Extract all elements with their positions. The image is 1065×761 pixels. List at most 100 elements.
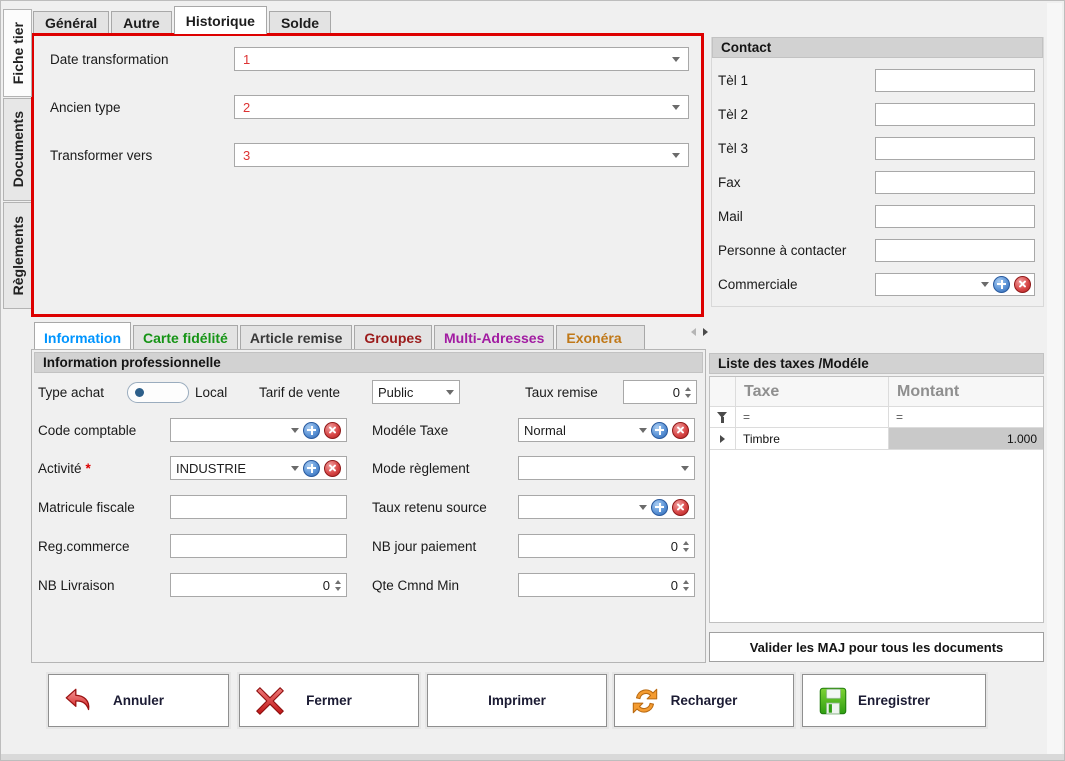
nb-livraison-value: 0	[323, 578, 330, 593]
chevron-down-icon[interactable]	[981, 282, 989, 287]
clear-icon[interactable]	[324, 422, 341, 439]
contact-panel-header: Contact	[712, 37, 1043, 58]
clear-icon[interactable]	[672, 422, 689, 439]
date-transformation-combobox[interactable]: 1	[234, 47, 689, 71]
chevron-down-icon[interactable]	[291, 466, 299, 471]
commerciale-combobox[interactable]	[875, 273, 1035, 296]
montant-cell[interactable]: 1.000	[889, 428, 1043, 450]
recharger-button[interactable]: Recharger	[614, 674, 794, 727]
tab-exonera[interactable]: Exonéra	[556, 325, 644, 349]
date-transformation-value: 1	[243, 52, 250, 67]
scroll-tabs-left-icon[interactable]	[691, 328, 696, 336]
taux-retenu-source-combobox[interactable]	[518, 495, 695, 519]
qte-cmnd-min-stepper[interactable]: 0	[518, 573, 695, 597]
spinner-down-icon[interactable]	[683, 587, 689, 591]
tel1-input[interactable]	[875, 69, 1035, 92]
side-tab-label: Règlements	[10, 216, 26, 295]
info-panel-header: Information professionnelle	[34, 352, 703, 373]
type-achat-label: Type achat	[38, 380, 104, 404]
tarif-de-vente-combobox[interactable]: Public	[372, 380, 460, 404]
top-tab-bar: Général Autre Historique Solde	[33, 6, 331, 34]
spinner-up-icon[interactable]	[683, 541, 689, 545]
transformer-vers-combobox[interactable]: 3	[234, 143, 689, 167]
fermer-button[interactable]: Fermer	[239, 674, 419, 727]
matricule-fiscale-input[interactable]	[170, 495, 347, 519]
nb-livraison-label: NB Livraison	[38, 573, 115, 597]
add-icon[interactable]	[303, 422, 320, 439]
taux-remise-value: 0	[673, 385, 680, 400]
nb-jour-paiement-stepper[interactable]: 0	[518, 534, 695, 558]
form-row: Commerciale	[718, 272, 1035, 296]
chevron-down-icon[interactable]	[446, 390, 454, 395]
spinner-down-icon[interactable]	[683, 548, 689, 552]
clear-icon[interactable]	[324, 460, 341, 477]
reg-commerce-input[interactable]	[170, 534, 347, 558]
valider-maj-button[interactable]: Valider les MAJ pour tous les documents	[709, 632, 1044, 662]
add-icon[interactable]	[651, 422, 668, 439]
tel3-input[interactable]	[875, 137, 1035, 160]
spinner-up-icon[interactable]	[683, 580, 689, 584]
type-achat-option-label: Local	[195, 380, 227, 404]
chevron-down-icon[interactable]	[639, 428, 647, 433]
annuler-button[interactable]: Annuler	[48, 674, 229, 727]
montant-filter-cell[interactable]: =	[889, 407, 1043, 428]
tab-solde[interactable]: Solde	[269, 11, 331, 34]
tab-article-remise[interactable]: Article remise	[240, 325, 353, 349]
table-row[interactable]: Timbre 1.000	[710, 428, 1043, 450]
chevron-down-icon[interactable]	[672, 57, 680, 62]
spinner-down-icon[interactable]	[335, 587, 341, 591]
activite-label: Activité *	[38, 456, 91, 480]
mode-reglement-combobox[interactable]	[518, 456, 695, 480]
form-row: Fax	[718, 170, 1035, 194]
spinner-down-icon[interactable]	[685, 394, 691, 398]
enregistrer-button[interactable]: Enregistrer	[802, 674, 986, 727]
side-tab-reglements[interactable]: Règlements	[3, 202, 32, 309]
tab-carte-fidelite[interactable]: Carte fidélité	[133, 325, 238, 349]
tab-information[interactable]: Information	[34, 322, 131, 349]
tab-historique[interactable]: Historique	[174, 6, 267, 34]
spinner-up-icon[interactable]	[335, 580, 341, 584]
add-icon[interactable]	[651, 499, 668, 516]
table-corner-cell	[710, 377, 736, 407]
personne-a-contacter-label: Personne à contacter	[718, 243, 875, 258]
spinner-up-icon[interactable]	[685, 387, 691, 391]
scroll-tabs-right-icon[interactable]	[703, 328, 708, 336]
taxe-cell[interactable]: Timbre	[736, 428, 889, 450]
row-selector-cell[interactable]	[710, 428, 736, 450]
taux-remise-stepper[interactable]: 0	[623, 380, 697, 404]
chevron-down-icon[interactable]	[681, 466, 689, 471]
qte-cmnd-min-label: Qte Cmnd Min	[372, 573, 459, 597]
table-header-row: Taxe Montant	[710, 377, 1043, 407]
historique-section-highlighted: Date transformation 1 Ancien type 2 Tran…	[31, 33, 704, 317]
tab-autre[interactable]: Autre	[111, 11, 172, 34]
tab-multi-adresses[interactable]: Multi-Adresses	[434, 325, 554, 349]
add-icon[interactable]	[303, 460, 320, 477]
activite-combobox[interactable]: INDUSTRIE	[170, 456, 347, 480]
chevron-down-icon[interactable]	[672, 105, 680, 110]
add-icon[interactable]	[993, 276, 1010, 293]
imprimer-button[interactable]: Imprimer	[427, 674, 607, 727]
chevron-down-icon[interactable]	[639, 505, 647, 510]
personne-a-contacter-input[interactable]	[875, 239, 1035, 262]
clear-icon[interactable]	[672, 499, 689, 516]
tab-groupes[interactable]: Groupes	[354, 325, 432, 349]
type-achat-toggle[interactable]	[127, 380, 189, 404]
column-header-montant[interactable]: Montant	[889, 377, 1043, 407]
side-tab-fiche-tier[interactable]: Fiche tier	[3, 9, 32, 97]
side-tab-documents[interactable]: Documents	[3, 98, 32, 201]
code-comptable-combobox[interactable]	[170, 418, 347, 442]
mail-input[interactable]	[875, 205, 1035, 228]
chevron-down-icon[interactable]	[291, 428, 299, 433]
form-row: Transformer vers 3	[50, 143, 689, 167]
nb-livraison-stepper[interactable]: 0	[170, 573, 347, 597]
column-header-taxe[interactable]: Taxe	[736, 377, 889, 407]
chevron-down-icon[interactable]	[672, 153, 680, 158]
tab-general[interactable]: Général	[33, 11, 109, 34]
modele-taxe-combobox[interactable]: Normal	[518, 418, 695, 442]
taxe-filter-cell[interactable]: =	[736, 407, 889, 428]
fax-input[interactable]	[875, 171, 1035, 194]
clear-icon[interactable]	[1014, 276, 1031, 293]
ancien-type-combobox[interactable]: 2	[234, 95, 689, 119]
tel2-input[interactable]	[875, 103, 1035, 126]
code-comptable-label: Code comptable	[38, 418, 136, 442]
